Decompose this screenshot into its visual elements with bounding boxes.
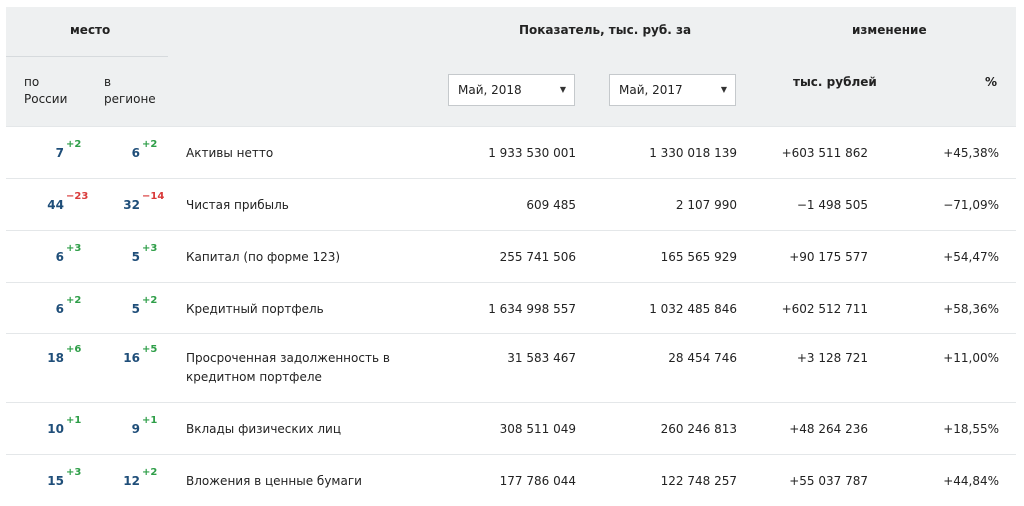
change-value: +48 264 236 — [789, 422, 868, 436]
value-current: 1 634 998 557 — [488, 302, 576, 316]
region-rank-header: в регионе — [104, 75, 156, 106]
change-percent: +58,36% — [943, 302, 999, 316]
change-percent: +11,00% — [943, 351, 999, 365]
indicator-name: Капитал (по форме 123) — [186, 250, 341, 264]
change-value: +603 511 862 — [781, 146, 868, 160]
region-rank-delta: +5 — [142, 344, 158, 355]
place-header: место — [70, 23, 111, 37]
table-row: 15 +3 12 +2 Вложения в ценные бумаги 177 786 … — [6, 454, 1016, 506]
russia-rank-delta: +3 — [66, 467, 82, 478]
change-percent: +18,55% — [943, 422, 999, 436]
table-row: 10 +1 9 +1 Вклады физических лиц 308 511 049 2… — [6, 402, 1016, 455]
russia-rank: 7 — [55, 146, 64, 160]
region-rank-delta: +3 — [142, 243, 158, 254]
change-rubles-header: тыс. рублей — [793, 75, 877, 89]
indicator-name: Кредитный портфель — [186, 302, 324, 316]
region-rank-delta: +1 — [142, 415, 158, 426]
change-value: +90 175 577 — [789, 250, 868, 264]
russia-rank-delta: +3 — [66, 243, 82, 254]
russia-rank: 18 — [47, 351, 64, 365]
russia-rank: 6 — [55, 250, 64, 264]
russia-rank-delta: +1 — [66, 415, 82, 426]
change-value: +602 512 711 — [781, 302, 868, 316]
indicator-name: Вклады физических лиц — [186, 422, 341, 436]
russia-rank-delta: −23 — [66, 191, 89, 202]
period-select-previous[interactable]: Май, 2017 ▼ — [609, 74, 736, 106]
value-current: 255 741 506 — [499, 250, 576, 264]
region-rank: 6 — [131, 146, 140, 160]
table-row: 6 +3 5 +3 Капитал (по форме 123) 255 741 506 1… — [6, 230, 1016, 283]
change-percent: −71,09% — [943, 198, 999, 212]
indicator-header: Показатель, тыс. руб. за — [519, 23, 692, 37]
change-percent-header: % — [985, 75, 998, 89]
value-current: 1 933 530 001 — [488, 146, 576, 160]
russia-rank: 44 — [47, 198, 64, 212]
russia-rank: 10 — [47, 422, 64, 436]
russia-rank-delta: +6 — [66, 344, 82, 355]
russia-rank: 15 — [47, 474, 64, 488]
russia-rank: 6 — [55, 302, 64, 316]
region-rank-delta: +2 — [142, 467, 158, 478]
region-rank: 12 — [123, 474, 140, 488]
table-row: 44 −23 32 −14 Чистая прибыль 609 485 2 107 990… — [6, 178, 1016, 231]
change-value: −1 498 505 — [796, 198, 868, 212]
region-rank: 5 — [131, 302, 140, 316]
header-divider — [6, 56, 168, 57]
region-rank: 32 — [123, 198, 140, 212]
region-rank: 5 — [131, 250, 140, 264]
region-rank: 9 — [131, 422, 140, 436]
value-current: 308 511 049 — [499, 422, 576, 436]
period-select-current[interactable]: Май, 2018 ▼ — [448, 74, 575, 106]
value-current: 609 485 — [526, 198, 576, 212]
indicator-name: Чистая прибыль — [186, 198, 289, 212]
change-percent: +54,47% — [943, 250, 999, 264]
change-value: +55 037 787 — [789, 474, 868, 488]
period-select-previous-value: Май, 2017 — [619, 83, 683, 97]
russia-rank-delta: +2 — [66, 295, 82, 306]
change-percent: +44,84% — [943, 474, 999, 488]
region-rank: 16 — [123, 351, 140, 365]
period-select-current-value: Май, 2018 — [458, 83, 522, 97]
table-row: 6 +2 5 +2 Кредитный портфель 1 634 998 557 1 0… — [6, 282, 1016, 334]
region-rank-delta: +2 — [142, 295, 158, 306]
chevron-down-icon: ▼ — [559, 85, 566, 94]
table-row: 18 +6 16 +5 Просроченная задолженность в кре… — [6, 333, 1016, 403]
indicator-name: Активы нетто — [186, 146, 274, 160]
change-percent: +45,38% — [943, 146, 999, 160]
change-value: +3 128 721 — [796, 351, 868, 365]
table-row: 7 +2 6 +2 Активы нетто 1 933 530 001 1 330 018… — [6, 126, 1016, 179]
region-rank-delta: −14 — [142, 191, 165, 202]
change-header: изменение — [852, 23, 927, 37]
value-current: 31 583 467 — [507, 351, 576, 365]
region-rank-delta: +2 — [142, 139, 158, 150]
russia-rank-delta: +2 — [66, 139, 82, 150]
indicator-name: Просроченная задолженность в кредитном п… — [186, 351, 390, 384]
chevron-down-icon: ▼ — [720, 85, 727, 94]
value-current: 177 786 044 — [499, 474, 576, 488]
russia-rank-header: по России — [24, 75, 68, 106]
indicator-name: Вложения в ценные бумаги — [186, 474, 362, 488]
ratings-table: место по России в регионе Показатель, ты… — [0, 0, 1024, 505]
